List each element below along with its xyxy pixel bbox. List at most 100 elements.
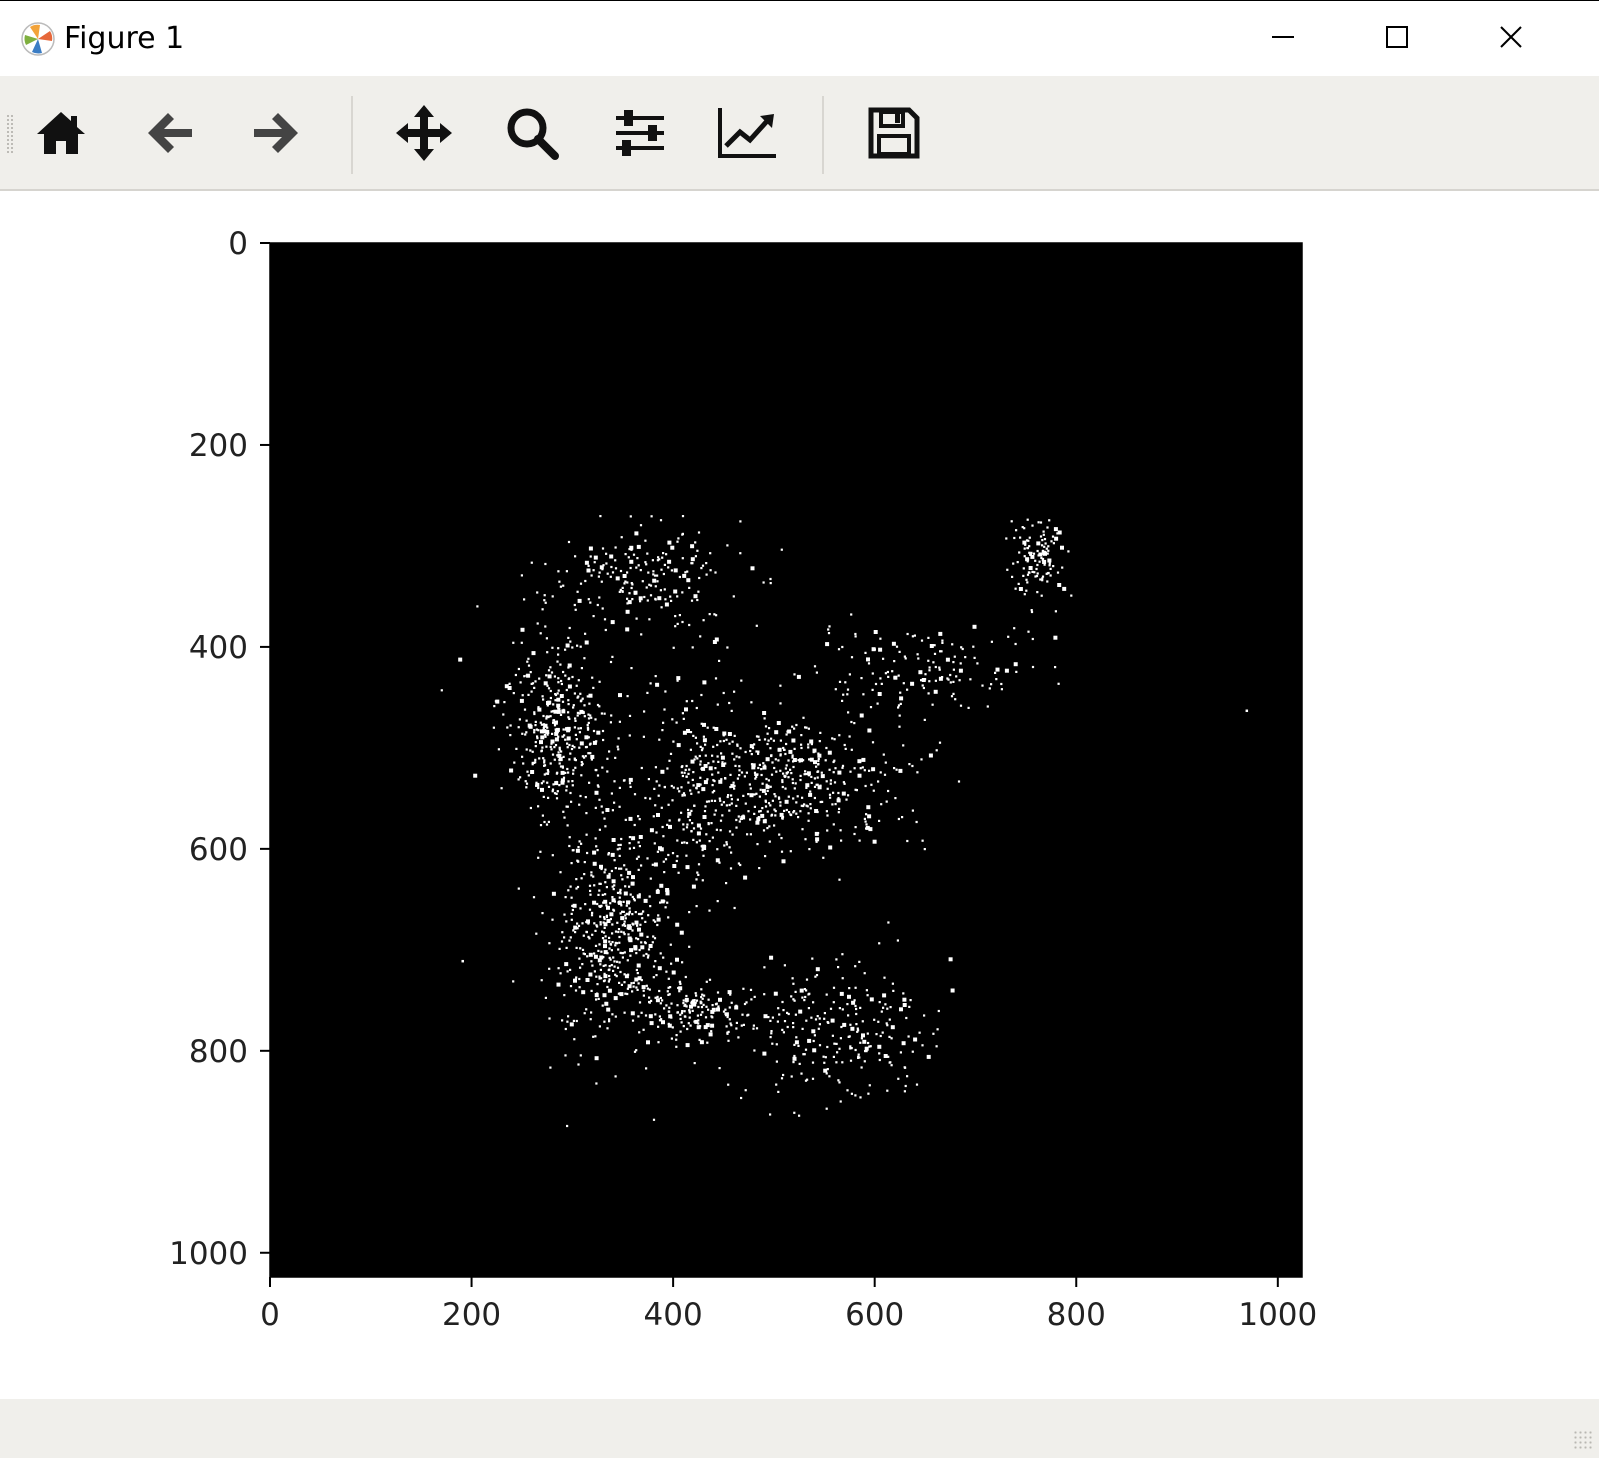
- data-point: [825, 810, 828, 813]
- data-point: [988, 687, 991, 690]
- data-point: [790, 813, 793, 817]
- data-point: [530, 770, 535, 774]
- save-button[interactable]: [857, 96, 931, 170]
- data-point: [649, 797, 652, 800]
- data-point: [1039, 578, 1042, 581]
- data-point: [724, 1012, 729, 1017]
- data-point: [601, 893, 604, 896]
- data-point: [762, 762, 765, 765]
- data-point: [730, 1001, 733, 1004]
- data-point: [588, 937, 591, 940]
- data-point: [589, 893, 592, 896]
- data-point: [770, 814, 773, 817]
- data-point: [551, 891, 556, 896]
- data-point: [824, 1056, 827, 1059]
- data-point: [656, 923, 659, 927]
- edit-axis-button[interactable]: [710, 96, 784, 170]
- data-point: [542, 723, 546, 726]
- maximize-button[interactable]: [1362, 9, 1432, 65]
- data-point: [782, 1031, 785, 1034]
- data-point: [509, 768, 514, 773]
- data-point: [636, 924, 639, 927]
- data-point: [800, 743, 803, 746]
- toolbar-grip[interactable]: [6, 114, 14, 154]
- data-point: [926, 1054, 931, 1059]
- data-point: [893, 660, 896, 663]
- figure-canvas[interactable]: 0 200 400 600 800 1000 0 200 400 600 800 1000: [0, 191, 1599, 1399]
- data-point: [770, 754, 773, 757]
- data-point: [770, 1030, 773, 1033]
- data-point: [902, 744, 905, 747]
- data-point: [850, 613, 853, 616]
- data-point: [898, 725, 901, 728]
- data-point: [639, 569, 642, 572]
- pan-button[interactable]: [387, 96, 461, 170]
- data-point: [1028, 536, 1031, 539]
- data-point: [654, 766, 657, 769]
- data-point: [539, 721, 542, 724]
- data-point: [646, 857, 649, 860]
- data-point: [626, 581, 629, 584]
- data-point: [559, 972, 562, 975]
- data-point: [535, 782, 540, 787]
- data-point: [543, 759, 546, 762]
- data-point: [775, 1083, 778, 1086]
- close-button[interactable]: [1476, 9, 1546, 65]
- data-point: [685, 854, 688, 857]
- data-point: [916, 653, 919, 656]
- data-point: [654, 585, 657, 588]
- data-point: [593, 555, 598, 560]
- data-point: [590, 871, 593, 874]
- data-point: [607, 853, 610, 856]
- data-point: [923, 1014, 926, 1017]
- data-point: [551, 918, 554, 921]
- data-point: [663, 871, 666, 874]
- data-point: [588, 743, 592, 746]
- data-point: [665, 553, 668, 556]
- data-point: [670, 962, 673, 965]
- data-point: [557, 647, 560, 650]
- data-point: [685, 826, 689, 829]
- data-point: [691, 999, 695, 1002]
- data-point: [613, 900, 616, 903]
- data-point: [902, 1003, 907, 1007]
- data-point: [638, 1001, 642, 1004]
- data-point: [626, 571, 629, 574]
- data-point: [716, 703, 719, 706]
- data-point: [600, 580, 603, 583]
- data-point: [692, 827, 696, 830]
- data-point: [911, 635, 914, 638]
- back-button[interactable]: [133, 96, 207, 170]
- data-point: [701, 787, 706, 792]
- data-point: [861, 1020, 864, 1023]
- data-point: [617, 748, 620, 751]
- data-point: [898, 650, 901, 653]
- image-plot[interactable]: 020040060080010000 200 400 600 800 1000: [0, 191, 1599, 1399]
- data-point: [756, 843, 759, 846]
- data-point: [867, 728, 872, 733]
- data-point: [687, 1022, 690, 1025]
- resize-grip[interactable]: [1573, 1430, 1593, 1450]
- minimize-button[interactable]: [1248, 9, 1318, 65]
- data-point: [1036, 549, 1039, 553]
- data-point: [591, 964, 594, 967]
- configure-subplots-button[interactable]: [603, 96, 677, 170]
- data-point: [794, 1040, 799, 1045]
- data-point: [588, 884, 592, 887]
- zoom-button[interactable]: [495, 96, 569, 170]
- data-point: [867, 1041, 870, 1045]
- data-point: [664, 602, 669, 607]
- data-point: [567, 771, 570, 774]
- data-point: [614, 546, 617, 549]
- home-button[interactable]: [24, 96, 98, 170]
- data-point: [694, 541, 697, 544]
- forward-button[interactable]: [239, 96, 313, 170]
- data-point: [566, 767, 569, 771]
- data-point: [674, 615, 677, 618]
- data-point: [594, 929, 597, 932]
- data-point: [586, 695, 589, 698]
- data-point: [631, 922, 634, 925]
- data-point: [860, 677, 863, 680]
- data-point: [682, 717, 685, 720]
- data-point: [545, 745, 548, 748]
